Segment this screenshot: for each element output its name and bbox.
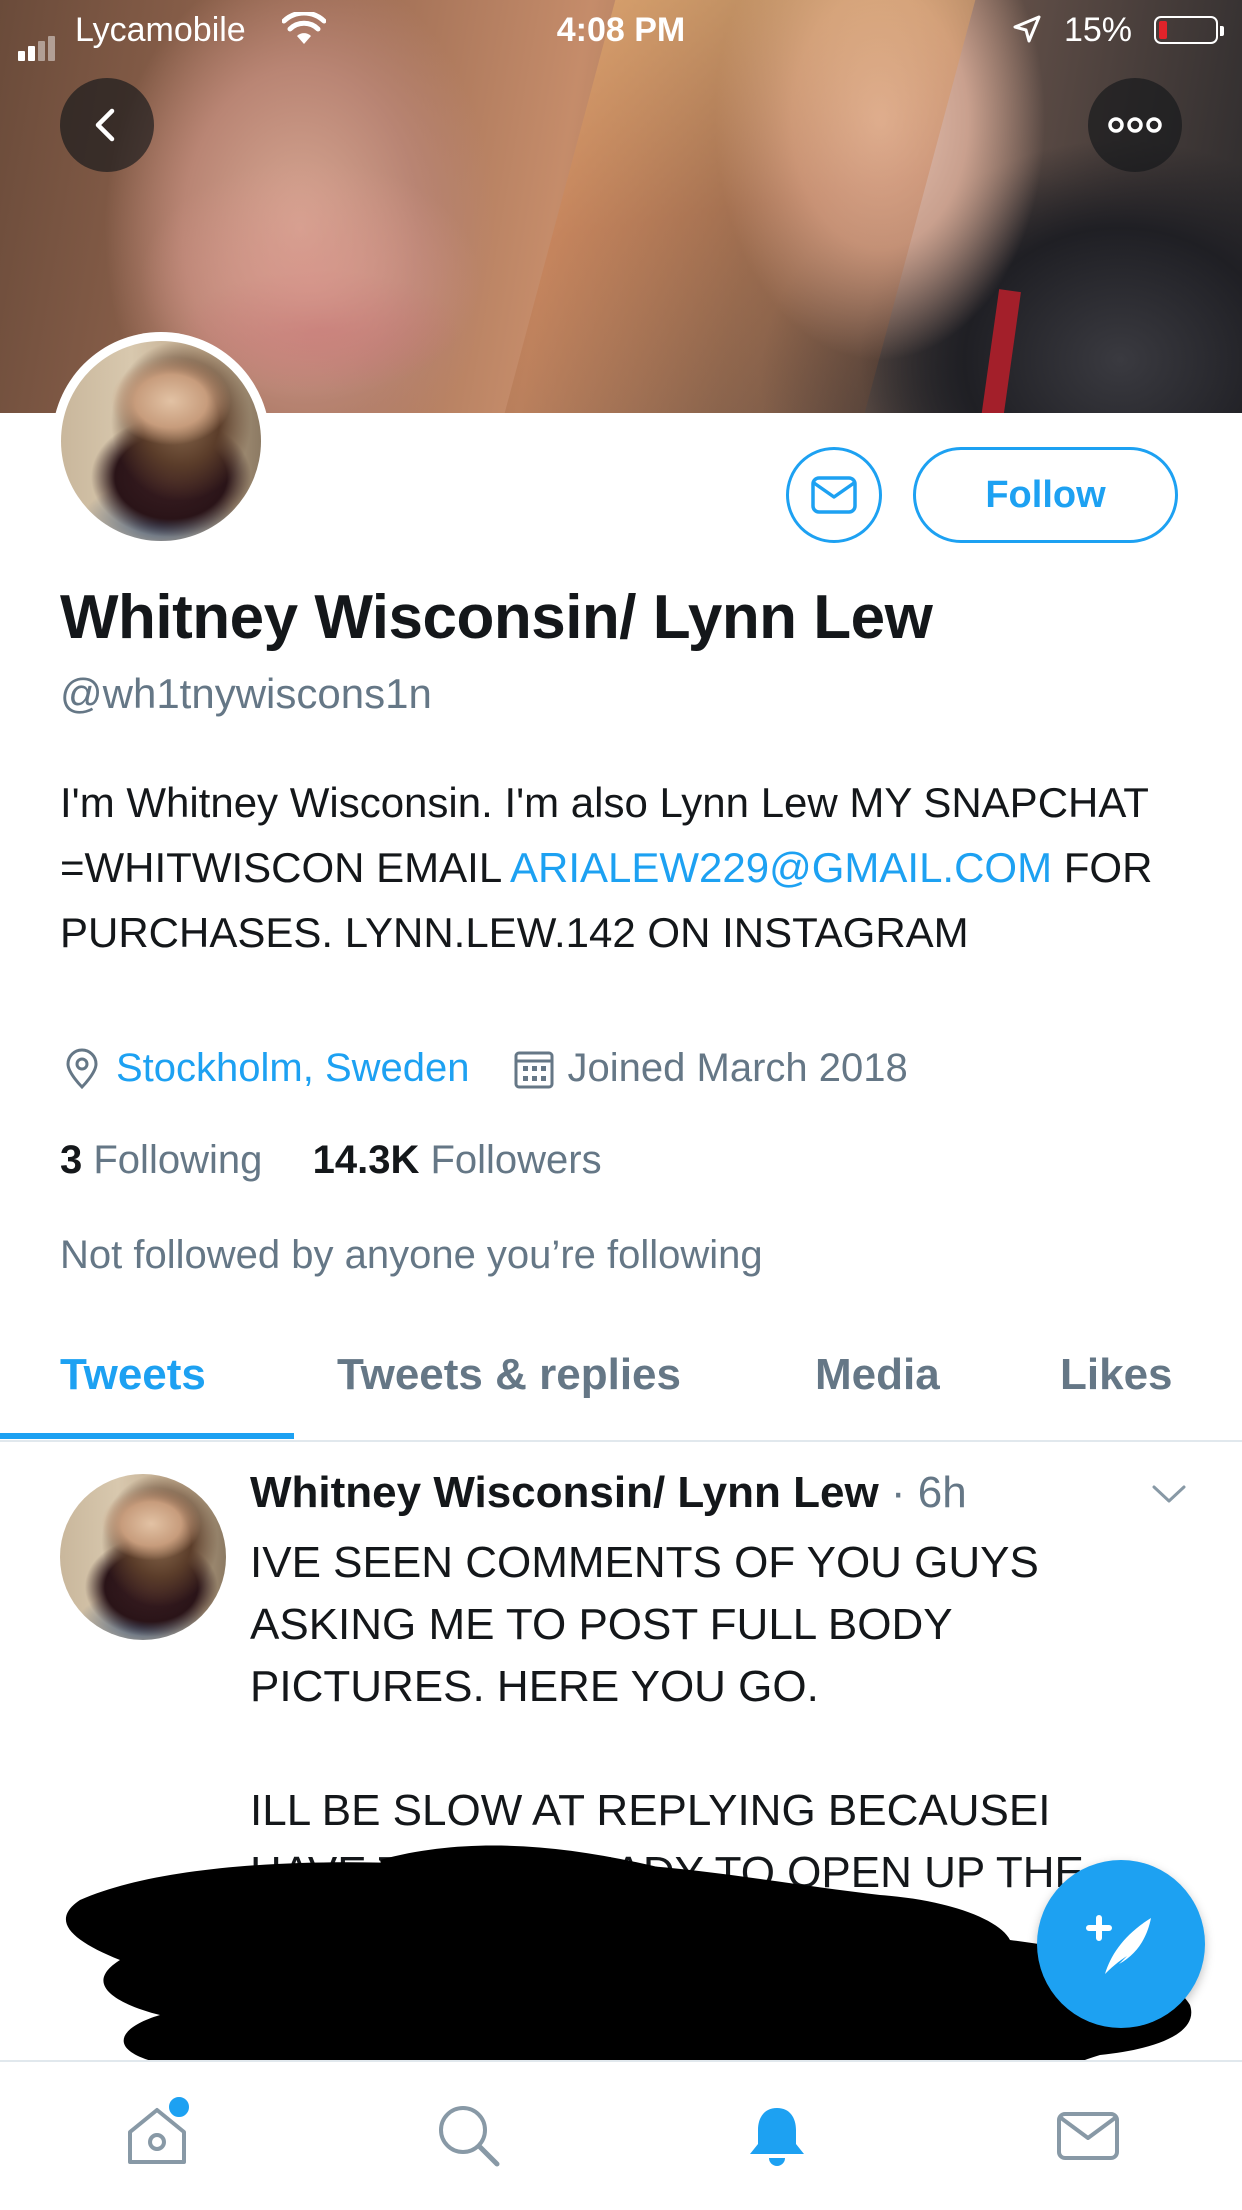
- profile-location[interactable]: Stockholm, Sweden: [116, 1046, 470, 1091]
- nav-notifications[interactable]: [742, 2100, 812, 2175]
- follow-button[interactable]: Follow: [913, 447, 1178, 543]
- profile-meta: Stockholm, Sweden Joined March 2018: [60, 1046, 908, 1091]
- battery-percent: 15%: [1063, 11, 1132, 49]
- messages-icon: [1057, 2112, 1119, 2160]
- following-label: Following: [93, 1138, 263, 1182]
- more-button[interactable]: [1088, 78, 1182, 172]
- envelope-icon: [811, 476, 857, 514]
- tweet-time: · 6h: [878, 1468, 967, 1517]
- tweet-header: Whitney Wisconsin/ Lynn Lew · 6h: [250, 1468, 967, 1518]
- following-count: 3: [60, 1138, 83, 1182]
- notifications-icon: [750, 2108, 804, 2166]
- nav-search[interactable]: [433, 2100, 503, 2175]
- more-horizontal-icon: [1108, 117, 1162, 133]
- unread-dot: [166, 2094, 192, 2120]
- nav-messages[interactable]: [1053, 2100, 1123, 2175]
- back-button[interactable]: [60, 78, 154, 172]
- chevron-down-icon[interactable]: [1150, 1482, 1188, 1506]
- chevron-left-icon: [95, 108, 115, 142]
- bottom-tab-bar: [0, 2060, 1242, 2210]
- search-icon: [439, 2106, 500, 2167]
- tweet-author-name[interactable]: Whitney Wisconsin/ Lynn Lew: [250, 1468, 879, 1517]
- profile-joined: Joined March 2018: [567, 1046, 908, 1090]
- avatar-image: [61, 341, 261, 541]
- calendar-icon: [514, 1051, 554, 1088]
- tab-media[interactable]: Media: [815, 1350, 940, 1400]
- profile-avatar[interactable]: [52, 332, 270, 550]
- banner-image-detail: [981, 289, 1021, 413]
- message-button[interactable]: [786, 447, 882, 543]
- tweet-avatar[interactable]: [60, 1474, 226, 1640]
- bio-email-link[interactable]: ARIALEW229@GMAIL.COM: [510, 844, 1052, 891]
- compose-feather-icon: [1086, 1915, 1151, 1974]
- not-followed-note: Not followed by anyone you’re following: [60, 1233, 763, 1277]
- active-tab-indicator: [0, 1433, 294, 1439]
- followers-link[interactable]: 14.3K Followers: [313, 1138, 602, 1182]
- location-pin-icon: [66, 1048, 98, 1089]
- tab-tweets-replies[interactable]: Tweets & replies: [337, 1350, 681, 1400]
- following-link[interactable]: 3 Following: [60, 1138, 262, 1182]
- profile-handle: @wh1tnywiscons1n: [60, 670, 432, 717]
- profile-name: Whitney Wisconsin/ Lynn Lew: [60, 583, 933, 652]
- avatar-image: [60, 1474, 226, 1640]
- followers-label: Followers: [430, 1138, 602, 1182]
- tab-tweets[interactable]: Tweets: [60, 1350, 206, 1400]
- nav-home[interactable]: [122, 2094, 192, 2175]
- follow-counts: 3 Following 14.3K Followers: [60, 1138, 602, 1183]
- battery-icon: [1154, 16, 1224, 44]
- location-arrow-icon: [1013, 15, 1041, 43]
- tab-likes[interactable]: Likes: [1060, 1350, 1173, 1400]
- profile-bio: I'm Whitney Wisconsin. I'm also Lynn Lew…: [60, 770, 1200, 965]
- status-bar: Lycamobile 4:08 PM 15%: [0, 0, 1242, 62]
- followers-count: 14.3K: [312, 1138, 420, 1182]
- compose-tweet-button[interactable]: [1037, 1860, 1205, 2028]
- profile-tabs: Tweets Tweets & replies Media Likes: [0, 1330, 1242, 1442]
- status-time: 4:08 PM: [556, 11, 686, 49]
